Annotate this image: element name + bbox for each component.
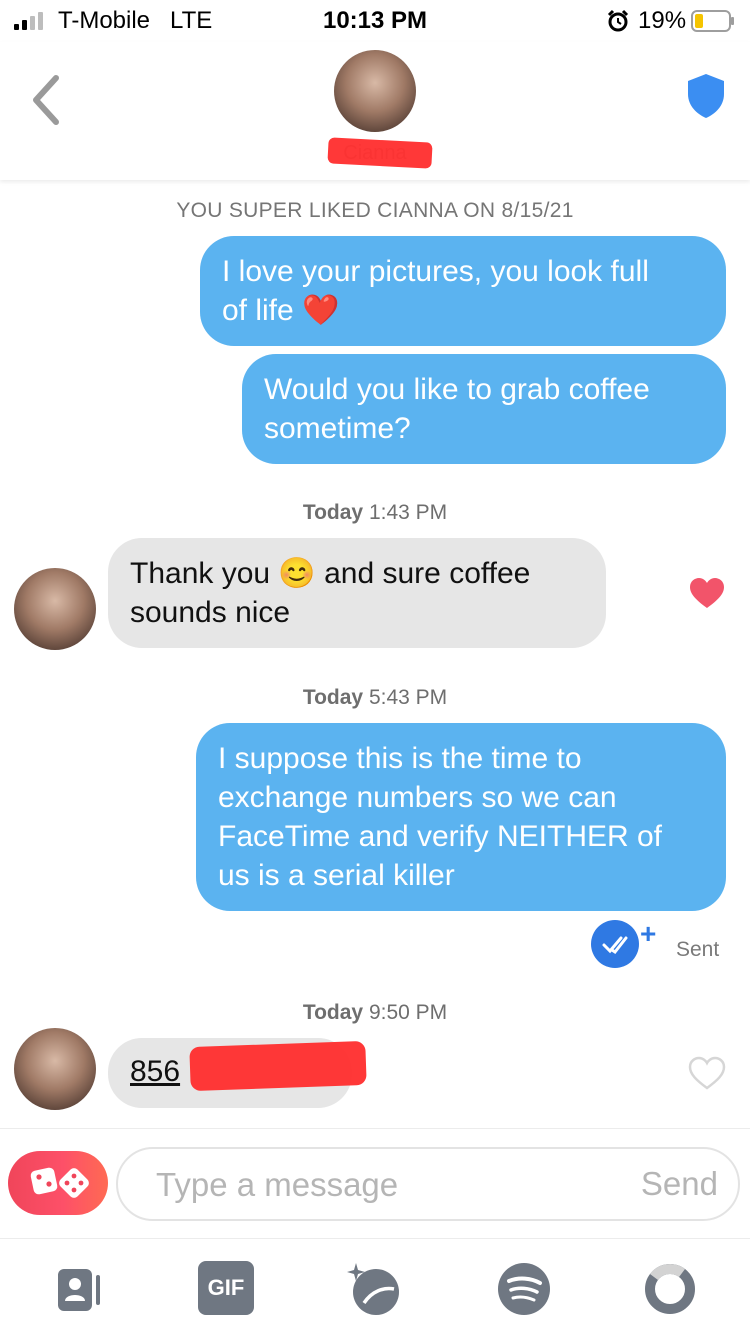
read-receipt-badge[interactable] — [591, 920, 639, 968]
message-text: Thank you 😊 and sure coffee — [130, 557, 531, 590]
battery-icon — [691, 10, 734, 32]
outgoing-message[interactable]: Would you like to grab coffee sometime? — [242, 354, 726, 464]
sticker-icon[interactable] — [344, 1259, 404, 1319]
outgoing-message[interactable]: I love your pictures, you look full of l… — [200, 236, 726, 346]
redaction-mark — [327, 137, 433, 169]
like-heart-outline-icon[interactable] — [688, 1056, 726, 1090]
battery-percent: 19% — [638, 7, 687, 34]
send-button[interactable]: Send — [641, 1165, 718, 1203]
sent-status: Sent — [676, 938, 720, 961]
chat-thread[interactable]: YOU SUPER LIKED CIANNA ON 8/15/21 I love… — [0, 180, 750, 1128]
conversation-header: Cianna — [0, 42, 750, 180]
message-composer: Send — [0, 1128, 750, 1238]
message-text: I suppose this is the time to — [218, 742, 582, 775]
attachment-toolbar: GIF — [0, 1238, 750, 1334]
message-text: sounds nice — [130, 596, 291, 629]
message-input-container[interactable]: Send — [116, 1147, 740, 1221]
outgoing-message[interactable]: I suppose this is the time to exchange n… — [196, 723, 726, 911]
plus-icon[interactable]: + — [640, 918, 656, 950]
message-text: exchange numbers so we can — [218, 781, 617, 814]
incoming-message[interactable]: Thank you 😊 and sure coffee sounds nice — [108, 538, 606, 648]
super-like-notice: YOU SUPER LIKED CIANNA ON 8/15/21 — [176, 199, 574, 222]
message-text: us is a serial killer — [218, 859, 455, 892]
timestamp: Today 5:43 PM — [0, 686, 750, 710]
timestamp-time: 9:50 PM — [368, 1001, 448, 1024]
dice-icon — [30, 1167, 89, 1198]
status-bar: T-Mobile LTE 10:13 PM 19% — [0, 0, 750, 42]
phone-number-link[interactable]: 856 — [130, 1055, 180, 1088]
message-text: I love your pictures, you look full — [222, 255, 649, 288]
timestamp-time: 1:43 PM — [368, 501, 448, 524]
conversation-starter-button[interactable] — [8, 1151, 108, 1215]
timestamp-day: Today — [302, 501, 364, 524]
gif-icon[interactable]: GIF — [198, 1261, 254, 1315]
alarm-icon — [607, 9, 629, 32]
message-input[interactable] — [156, 1163, 616, 1207]
sender-avatar[interactable] — [14, 1028, 96, 1110]
message-text: Would you like to grab coffee — [264, 373, 650, 406]
timestamp: Today 9:50 PM — [0, 1001, 750, 1025]
timestamp: Today 1:43 PM — [0, 501, 750, 525]
message-text: FaceTime and verify NEITHER of — [218, 820, 663, 853]
back-chevron-icon[interactable] — [26, 72, 66, 128]
message-text: sometime? — [264, 412, 411, 445]
timestamp-day: Today — [302, 1001, 364, 1024]
shield-icon[interactable] — [684, 72, 728, 120]
redaction-mark — [189, 1040, 367, 1092]
contact-card-icon[interactable] — [48, 1259, 108, 1319]
timestamp-time: 5:43 PM — [368, 686, 448, 709]
double-check-icon — [602, 936, 628, 955]
spotify-icon[interactable] — [494, 1259, 554, 1319]
loading-ring-icon[interactable] — [640, 1259, 700, 1319]
contact-avatar[interactable] — [334, 50, 416, 132]
liked-heart-icon[interactable] — [688, 576, 726, 610]
message-text: of life ❤️ — [222, 294, 340, 327]
sender-avatar[interactable] — [14, 568, 96, 650]
timestamp-day: Today — [302, 686, 364, 709]
